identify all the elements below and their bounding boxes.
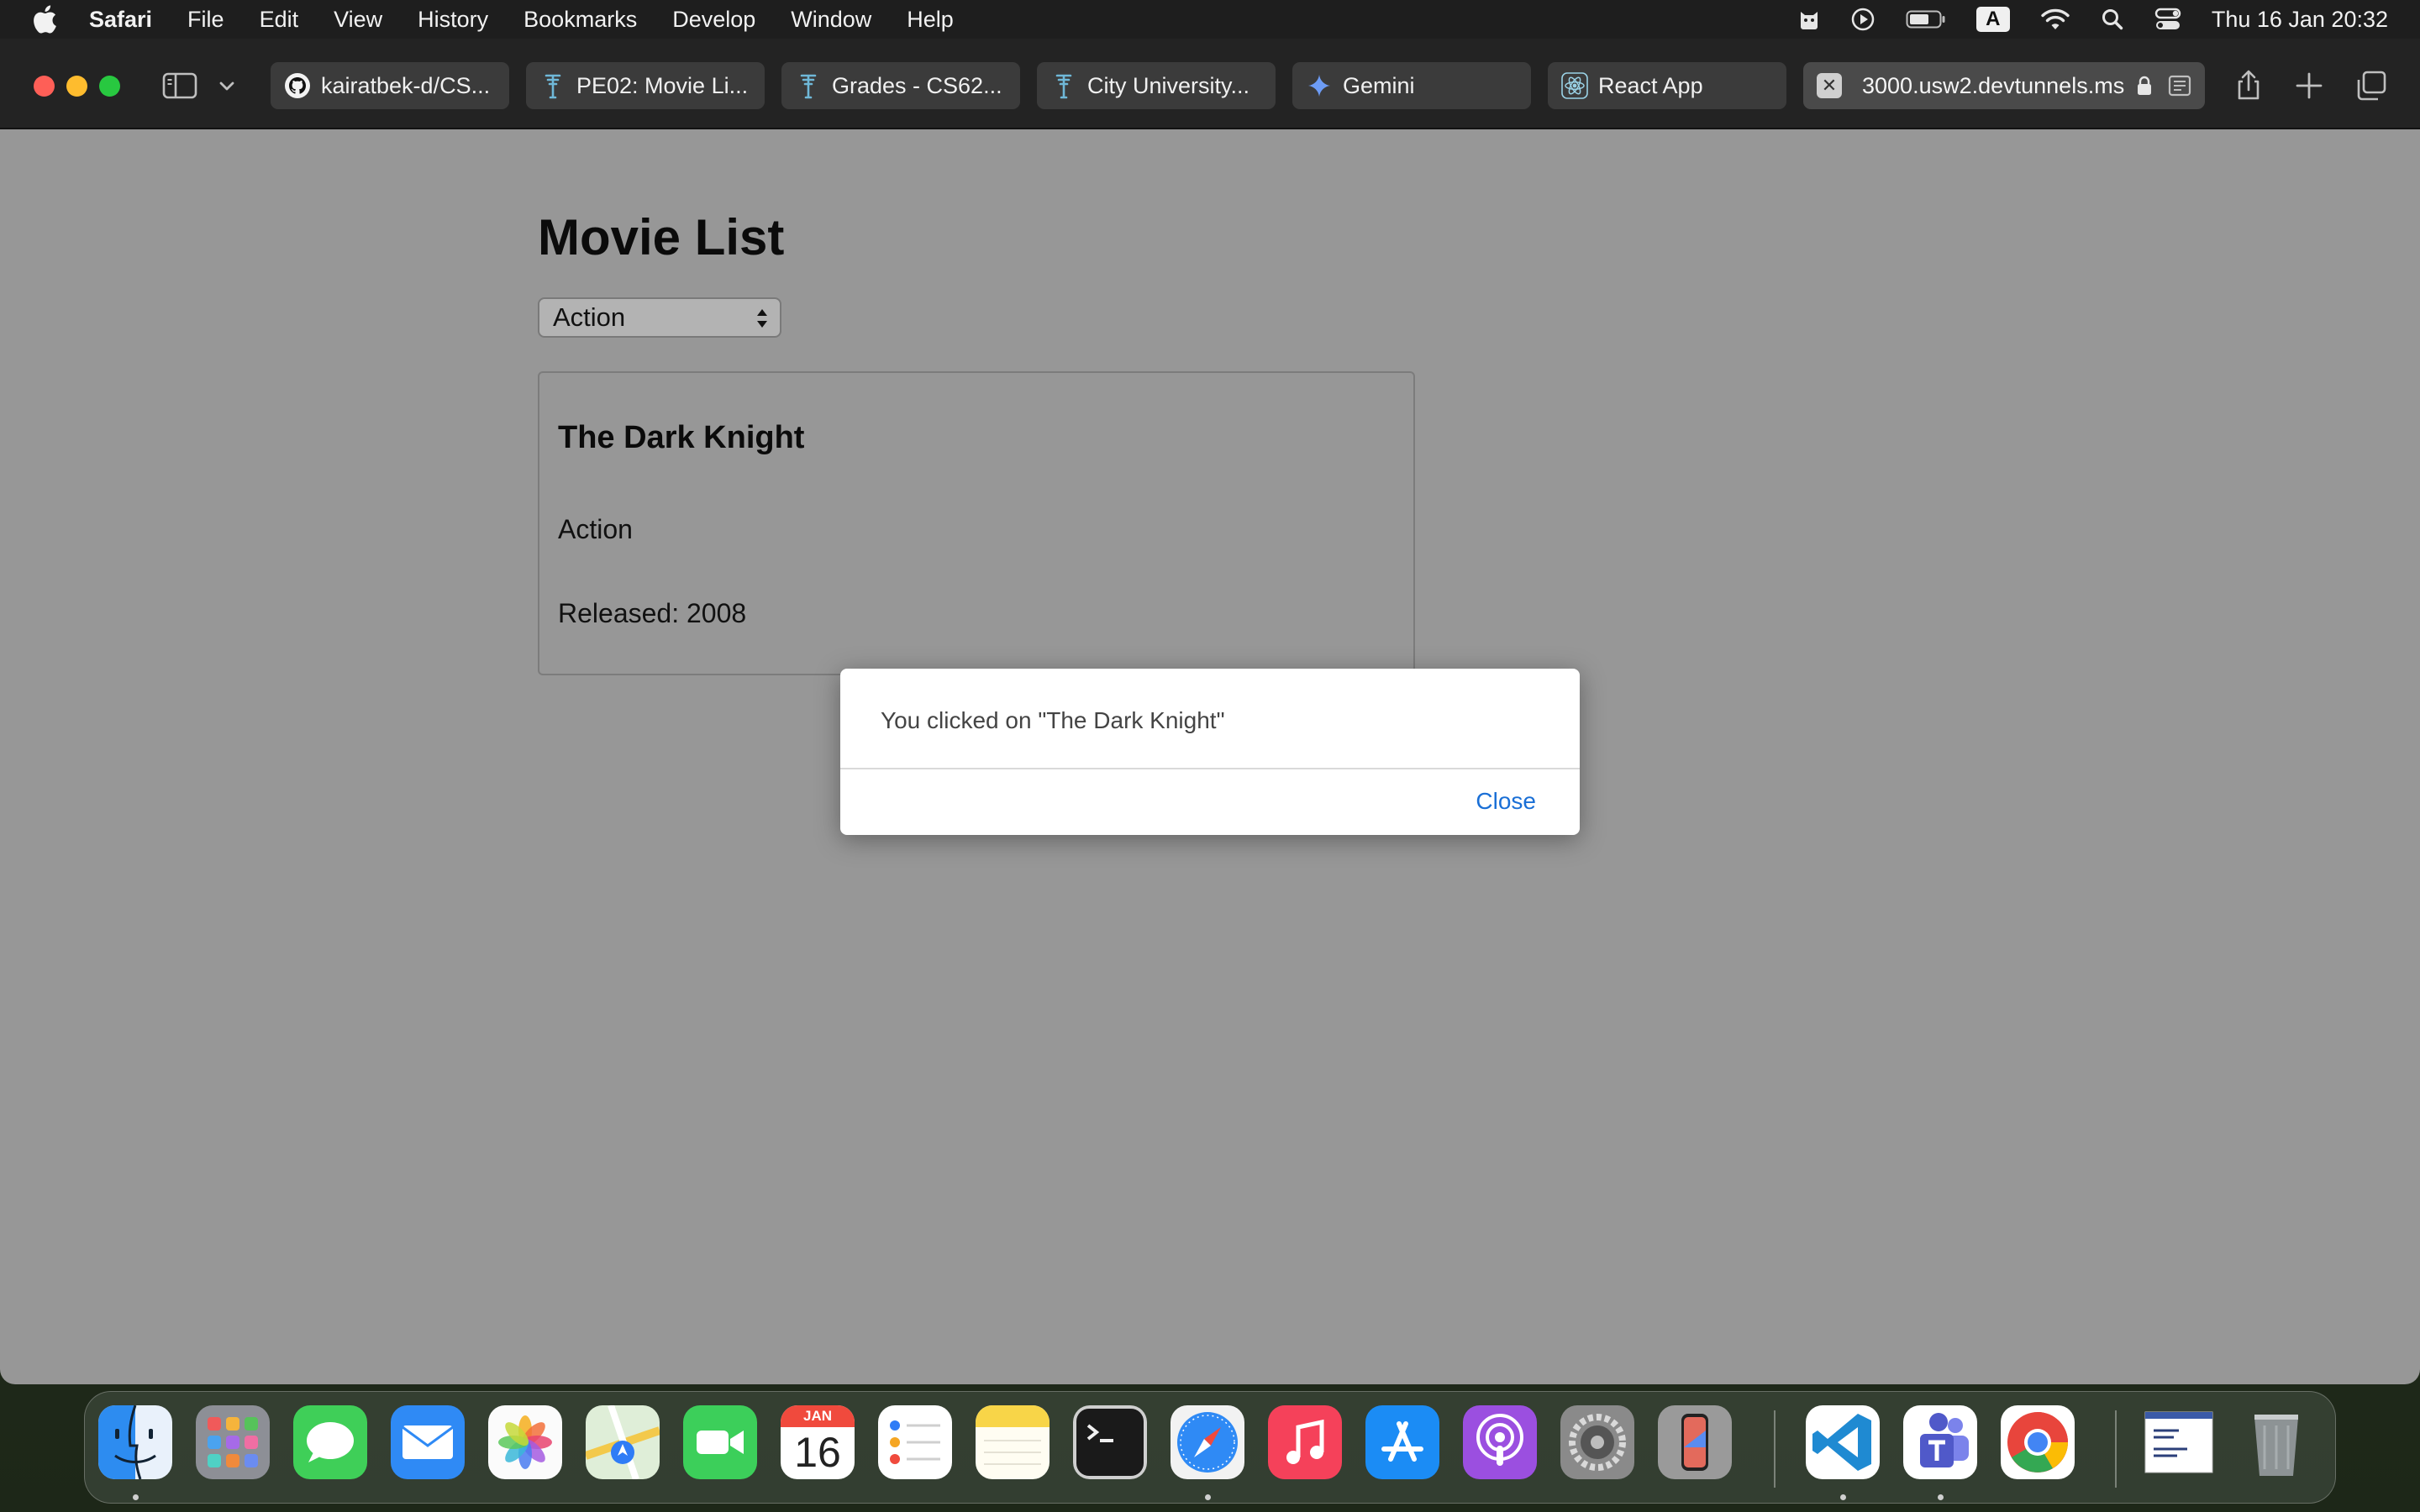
movie-title: The Dark Knight — [558, 420, 805, 455]
terminal-icon[interactable] — [1073, 1405, 1147, 1479]
chevron-down-icon[interactable] — [217, 76, 237, 96]
genre-select-value: Action — [553, 302, 626, 332]
finder-icon[interactable] — [98, 1405, 172, 1479]
menu-edit[interactable]: Edit — [260, 7, 299, 33]
share-icon[interactable] — [2232, 69, 2265, 102]
tab-city-university[interactable]: City University... — [1037, 62, 1276, 109]
window-zoom-button[interactable] — [99, 76, 120, 97]
tab-label: kairatbek-d/CS... — [321, 72, 491, 98]
alert-close-button[interactable]: Close — [1476, 788, 1536, 815]
messages-icon[interactable] — [293, 1405, 367, 1479]
react-icon — [1561, 72, 1588, 99]
mail-icon[interactable] — [391, 1405, 465, 1479]
gemini-icon — [1306, 72, 1333, 99]
alert-message: You clicked on "The Dark Knight" — [881, 707, 1225, 733]
dock-separator — [1774, 1410, 1776, 1488]
menu-help[interactable]: Help — [907, 7, 954, 33]
menu-file[interactable]: File — [187, 7, 224, 33]
play-icon[interactable] — [1850, 7, 1876, 32]
movie-release: Released: 2008 — [558, 598, 747, 628]
sidebar-toggle-icon[interactable] — [161, 71, 198, 101]
maps-icon[interactable] — [586, 1405, 660, 1479]
running-indicator — [1205, 1494, 1211, 1500]
calendar-month: JAN — [781, 1405, 855, 1427]
new-tab-icon[interactable] — [2292, 69, 2326, 102]
safari-window: kairatbek-d/CS... PE02: Movie Li... Grad… — [0, 39, 2420, 1384]
movie-card[interactable]: The Dark Knight Action Released: 2008 — [538, 371, 1415, 675]
alert-dialog: You clicked on "The Dark Knight" Close — [840, 669, 1580, 835]
movie-genre: Action — [558, 514, 633, 544]
menubar-extra-icon[interactable] — [1798, 7, 1820, 32]
github-icon — [284, 72, 311, 99]
battery-icon[interactable] — [1906, 9, 1946, 29]
tab-label: Gemini — [1343, 72, 1415, 98]
safari-icon[interactable] — [1171, 1405, 1244, 1479]
apple-icon[interactable] — [32, 3, 60, 36]
teams-icon[interactable] — [1903, 1405, 1977, 1479]
menu-history[interactable]: History — [418, 7, 488, 33]
tab-overview-icon[interactable] — [2354, 69, 2388, 102]
menu-develop[interactable]: Develop — [672, 7, 755, 33]
input-source-icon[interactable]: A — [1975, 7, 2010, 32]
reminders-icon[interactable] — [878, 1405, 952, 1479]
window-close-button[interactable] — [34, 76, 55, 97]
menu-bar: Safari File Edit View History Bookmarks … — [0, 0, 2420, 39]
trash-icon[interactable] — [2239, 1405, 2313, 1479]
reader-icon[interactable] — [2168, 75, 2191, 97]
web-page: Movie List Action The Dark Knight Action… — [0, 131, 2420, 1384]
wifi-icon[interactable] — [2040, 8, 2070, 31]
close-icon[interactable]: ✕ — [1817, 73, 1842, 98]
tab-label: PE02: Movie Li... — [576, 72, 749, 98]
menu-bookmarks[interactable]: Bookmarks — [523, 7, 637, 33]
safari-toolbar: kairatbek-d/CS... PE02: Movie Li... Grad… — [0, 39, 2420, 129]
cityu-icon — [795, 72, 822, 99]
tab-gemini[interactable]: Gemini — [1292, 62, 1531, 109]
tab-label: Grades - CS62... — [832, 72, 1002, 98]
podcasts-icon[interactable] — [1463, 1405, 1537, 1479]
vscode-icon[interactable] — [1806, 1405, 1880, 1479]
tab-grades[interactable]: Grades - CS62... — [781, 62, 1020, 109]
music-icon[interactable] — [1268, 1405, 1342, 1479]
app-store-icon[interactable] — [1365, 1405, 1439, 1479]
system-settings-icon[interactable] — [1560, 1405, 1634, 1479]
launchpad-icon[interactable] — [196, 1405, 270, 1479]
menu-view[interactable]: View — [334, 7, 382, 33]
tab-devtunnels[interactable]: ✕ 3000.usw2.devtunnels.ms — [1803, 62, 2205, 109]
menubar-clock[interactable]: Thu 16 Jan 20:32 — [2212, 7, 2388, 33]
menu-app-name[interactable]: Safari — [89, 7, 152, 33]
running-indicator — [133, 1494, 139, 1500]
iphone-mirroring-icon[interactable] — [1658, 1405, 1732, 1479]
photos-icon[interactable] — [488, 1405, 562, 1479]
lock-icon — [2136, 75, 2153, 97]
menu-window[interactable]: Window — [791, 7, 871, 33]
tab-label: City University... — [1087, 72, 1250, 98]
tab-github[interactable]: kairatbek-d/CS... — [271, 62, 509, 109]
alert-divider — [840, 768, 1580, 769]
calendar-day: 16 — [794, 1429, 841, 1476]
calendar-icon[interactable]: JAN 16 — [781, 1405, 855, 1479]
document-preview-icon[interactable] — [2142, 1405, 2216, 1479]
control-center-icon[interactable] — [2154, 7, 2181, 32]
tab-label: 3000.usw2.devtunnels.ms — [1862, 72, 2125, 98]
cityu-icon — [1050, 72, 1077, 99]
tab-label: React App — [1598, 72, 1703, 98]
select-arrows-icon — [757, 309, 767, 328]
genre-select[interactable]: Action — [538, 297, 781, 338]
window-minimize-button[interactable] — [66, 76, 87, 97]
page-title: Movie List — [538, 209, 785, 265]
spotlight-search-icon[interactable] — [2101, 8, 2124, 31]
running-indicator — [1938, 1494, 1944, 1500]
dock-separator — [2115, 1410, 2117, 1488]
notes-icon[interactable] — [976, 1405, 1050, 1479]
facetime-icon[interactable] — [683, 1405, 757, 1479]
chrome-icon[interactable] — [2001, 1405, 2075, 1479]
running-indicator — [1840, 1494, 1846, 1500]
tab-pe02[interactable]: PE02: Movie Li... — [526, 62, 765, 109]
cityu-icon — [539, 72, 566, 99]
tab-react-app[interactable]: React App — [1548, 62, 1786, 109]
dock: JAN 16 — [84, 1391, 2336, 1504]
